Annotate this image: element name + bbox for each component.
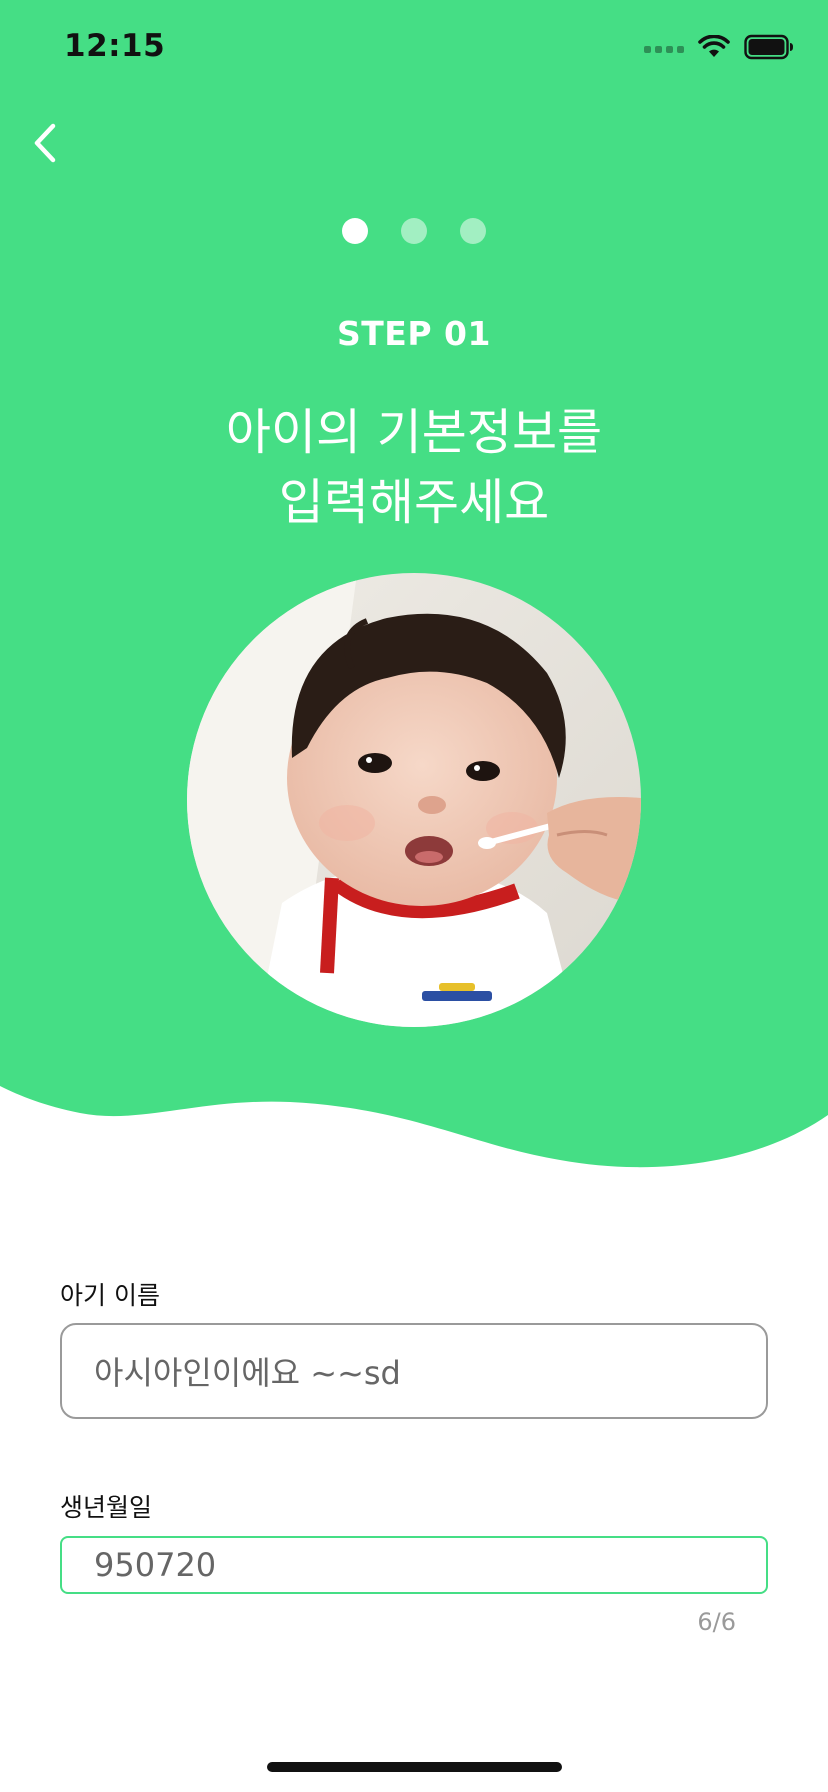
baby-name-input[interactable]: 아시아인이에요 ~~sd <box>60 1323 768 1419</box>
birth-date-label: 생년월일 <box>60 1493 153 1522</box>
baby-photo <box>187 573 641 1027</box>
battery-icon <box>744 34 794 64</box>
birth-date-value: 950720 <box>94 1546 217 1584</box>
page-title: 아이의 기본정보를 입력해주세요 <box>0 398 828 538</box>
page-title-line-2: 입력해주세요 <box>278 474 550 531</box>
step-one-screen: 12:15 STEP 01 아이의 기본정보를 입력해주세요 아기 이름 아시아… <box>0 0 828 1792</box>
signal-icon <box>644 45 684 53</box>
baby-name-value: 아시아인이에요 ~~sd <box>94 1354 401 1392</box>
baby-name-label: 아기 이름 <box>60 1281 160 1310</box>
step-pager <box>0 218 828 244</box>
home-indicator <box>267 1762 562 1772</box>
wifi-icon <box>698 34 730 63</box>
status-bar: 12:15 <box>0 0 828 100</box>
pager-dot-3 <box>460 218 486 244</box>
status-icons <box>644 34 794 64</box>
pager-dot-2 <box>401 218 427 244</box>
back-button[interactable] <box>22 114 78 174</box>
step-label: STEP 01 <box>337 314 491 353</box>
birth-date-input[interactable]: 950720 <box>60 1536 768 1594</box>
pager-dot-1 <box>342 218 368 244</box>
chevron-left-icon <box>22 123 78 178</box>
birth-date-char-counter: 6/6 <box>697 1608 736 1636</box>
status-time: 12:15 <box>64 28 166 64</box>
page-title-line-1: 아이의 기본정보를 <box>225 404 603 461</box>
